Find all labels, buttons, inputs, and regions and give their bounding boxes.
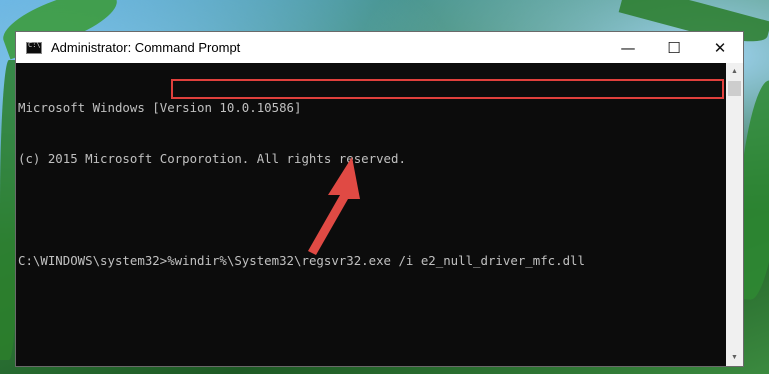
scroll-thumb[interactable] xyxy=(728,81,741,96)
window-title: Administrator: Command Prompt xyxy=(51,40,241,55)
cmd-app-icon[interactable] xyxy=(26,41,42,54)
console-line: Microsoft Windows [Version 10.0.10586] xyxy=(18,100,302,115)
prompt-text: C:\WINDOWS\system32> xyxy=(18,253,168,268)
close-icon[interactable]: ✕ xyxy=(697,32,743,63)
command-highlight-box xyxy=(171,79,724,99)
scroll-down-icon[interactable]: ▼ xyxy=(726,349,743,366)
scroll-up-icon[interactable]: ▲ xyxy=(726,63,743,80)
pointer-arrow-icon xyxy=(308,157,360,255)
minimize-icon[interactable]: — xyxy=(605,32,651,63)
title-bar[interactable]: Administrator: Command Prompt — ☐ ✕ xyxy=(16,32,743,63)
window-controls: — ☐ ✕ xyxy=(605,32,743,63)
command-text[interactable]: %windir%\System32\regsvr32.exe /i e2_nul… xyxy=(167,253,585,268)
command-line: C:\WINDOWS\system32>%windir%\System32\re… xyxy=(18,252,726,269)
console-line: (c) 2015 Microsoft Corporotion. All righ… xyxy=(18,151,406,166)
vertical-scrollbar[interactable]: ▲ ▼ xyxy=(726,63,743,366)
maximize-icon[interactable]: ☐ xyxy=(651,32,697,63)
command-prompt-window[interactable]: Administrator: Command Prompt — ☐ ✕ Micr… xyxy=(15,31,744,367)
console-output[interactable]: Microsoft Windows [Version 10.0.10586] (… xyxy=(18,65,726,365)
